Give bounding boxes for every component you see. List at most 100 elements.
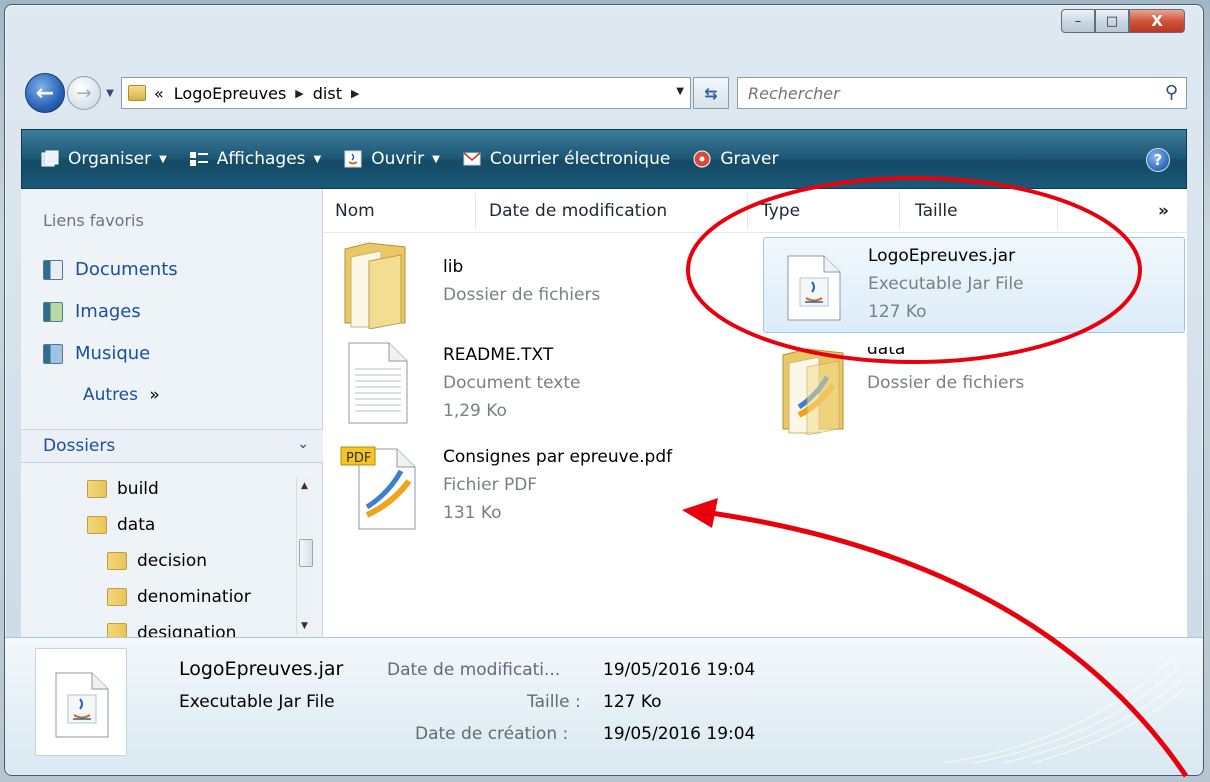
favorite-documents[interactable]: Documents [43,259,178,280]
history-dropdown-icon[interactable]: ▼ [103,85,117,101]
scrollbar-thumb[interactable] [299,539,313,567]
details-created-label: Date de création : [415,724,569,744]
chevron-down-icon: ⌄ [297,436,309,452]
more-favorites-label: Autres [83,385,139,405]
burn-button[interactable]: Graver [692,149,778,169]
envelope-icon [462,150,482,168]
help-button[interactable]: ? [1146,148,1170,172]
views-icon [189,150,209,168]
file-type: Executable Jar File [868,274,1024,294]
java-open-icon [343,150,363,168]
email-button[interactable]: Courrier électronique [462,149,670,169]
refresh-button[interactable]: ⇆ [693,77,729,109]
folder-icon [107,623,127,637]
scroll-up-icon[interactable]: ▲ [301,481,308,491]
images-icon [43,301,63,322]
file-item-pdf[interactable]: PDF Consignes par epreuve.pdf Fichier PD… [329,437,749,533]
details-created-value: 19/05/2016 19:04 [603,724,756,744]
file-type: Fichier PDF [443,475,538,495]
folder-icon [87,480,107,498]
column-header-name[interactable]: Nom [335,201,375,221]
maximize-button[interactable]: □ [1095,9,1129,33]
file-item-lib[interactable]: lib Dossier de fichiers [329,233,749,329]
column-header-date[interactable]: Date de modification [489,201,667,221]
java-file-icon [787,255,841,321]
file-item-data[interactable]: data Dossier de fichiers [763,339,1185,435]
column-divider[interactable] [747,193,748,229]
breadcrumb-separator-icon[interactable]: ▶ [295,87,303,100]
search-box[interactable]: ⚲ [737,77,1187,109]
column-divider[interactable] [899,193,900,229]
folder-icon [107,588,127,606]
explorer-window: – □ X ← → ▼ « LogoEpreuves ▶ dist ▶ ▼ ⇆ … [4,4,1204,776]
breadcrumb-separator-icon[interactable]: ▶ [351,87,359,100]
folder-icon [128,85,146,101]
tree-item-label: data [117,515,156,535]
column-header-type[interactable]: Type [761,201,800,221]
organise-menu[interactable]: Organiser ▼ [40,149,167,169]
folders-header[interactable]: Dossiers ⌄ [21,429,323,463]
favorite-music-label: Musique [75,343,151,364]
forward-button[interactable]: → [67,76,101,110]
favorite-images-label: Images [75,301,141,322]
forward-arrow-icon: → [76,82,92,104]
file-size: 127 Ko [868,302,927,322]
tree-scrollbar[interactable]: ▲ ▼ [296,477,314,635]
column-headers: Nom Date de modification Type Taille » [323,189,1187,233]
more-favorites-link[interactable]: Autres » [83,385,160,405]
details-file-name: LogoEpreuves.jar [179,658,344,680]
documents-icon [43,259,63,280]
pdf-badge-label: PDF [346,451,372,466]
navigation-pane: Liens favoris Documents Images Musique A… [21,189,323,637]
column-header-size[interactable]: Taille [915,201,958,221]
scroll-down-icon[interactable]: ▼ [301,621,308,631]
tree-item-designation[interactable]: designation [107,623,236,637]
minimize-button[interactable]: – [1061,9,1095,33]
favorite-images[interactable]: Images [43,301,141,322]
folder-icon [107,552,127,570]
views-label: Affichages [216,149,306,169]
tree-item-denominatior[interactable]: denominatior [107,587,293,607]
views-menu[interactable]: Affichages ▼ [189,149,321,169]
tree-item-data[interactable]: data [87,515,155,535]
burn-label: Graver [720,149,779,169]
breadcrumb-dist[interactable]: dist [313,84,342,103]
file-name: data [867,347,906,359]
open-label: Ouvrir [371,149,425,169]
breadcrumb-overflow[interactable]: « [154,84,164,103]
file-type: Dossier de fichiers [443,285,601,305]
organise-icon [40,150,60,168]
folder-icon [87,516,107,534]
address-bar[interactable]: « LogoEpreuves ▶ dist ▶ ▼ [121,77,691,109]
breadcrumb-logoepreuves[interactable]: LogoEpreuves [174,84,287,103]
close-button[interactable]: X [1129,9,1185,33]
refresh-icon: ⇆ [704,83,718,103]
tree-item-build[interactable]: build [87,479,159,499]
folder-icon [344,242,406,329]
search-input[interactable] [748,83,1128,103]
address-row: ← → ▼ « LogoEpreuves ▶ dist ▶ ▼ ⇆ ⚲ [25,73,1187,113]
details-thumbnail [35,648,127,756]
decorative-swoosh [942,657,1186,764]
back-arrow-icon: ← [35,80,55,106]
folders-heading: Dossiers [43,436,116,456]
details-size-value: 127 Ko [603,692,662,712]
tree-item-label: decision [137,551,208,571]
column-divider[interactable] [1057,193,1058,229]
file-type: Dossier de fichiers [867,373,1025,393]
file-type: Document texte [443,373,581,393]
back-button[interactable]: ← [25,73,65,113]
address-dropdown-icon[interactable]: ▼ [676,86,684,97]
file-item-readme[interactable]: README.TXT Document texte 1,29 Ko [329,335,749,431]
more-columns-icon[interactable]: » [1158,201,1169,221]
open-menu[interactable]: Ouvrir ▼ [343,149,440,169]
column-divider[interactable] [475,193,476,229]
details-modified-value: 19/05/2016 19:04 [603,660,756,680]
folder-icon [782,348,844,435]
chevron-down-icon: ▼ [432,153,440,165]
file-item-jar[interactable]: LogoEpreuves.jar Executable Jar File 127… [763,237,1185,333]
java-file-icon [55,672,109,738]
tree-item-decision[interactable]: decision [107,551,207,571]
search-icon[interactable]: ⚲ [1165,82,1178,103]
favorite-music[interactable]: Musique [43,343,150,364]
